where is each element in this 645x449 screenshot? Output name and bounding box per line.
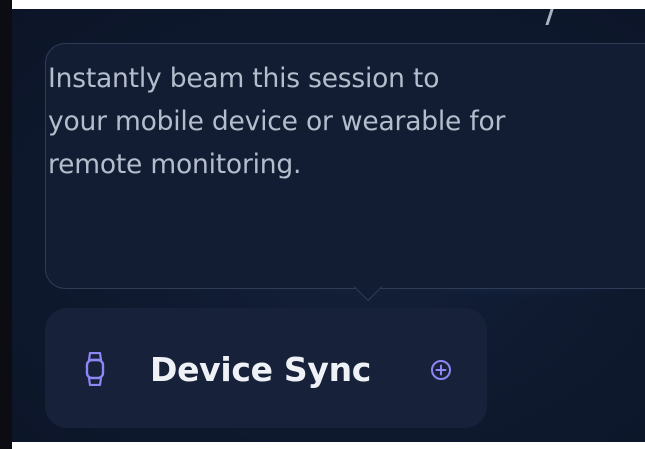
tooltip-line: Instantly beam this session to <box>48 63 440 94</box>
clipped-heading-fragment <box>528 9 556 25</box>
plus-circle-icon[interactable] <box>430 359 452 381</box>
content-panel: Instantly beam this session to your mobi… <box>12 9 645 442</box>
window-edge <box>0 0 12 449</box>
tooltip-line: your mobile device or wearable for <box>48 106 506 137</box>
watch-icon <box>85 352 105 386</box>
device-sync-label: Device Sync <box>150 350 372 389</box>
tooltip-text: Instantly beam this session to your mobi… <box>48 57 628 186</box>
tooltip-line: remote monitoring. <box>48 149 302 180</box>
